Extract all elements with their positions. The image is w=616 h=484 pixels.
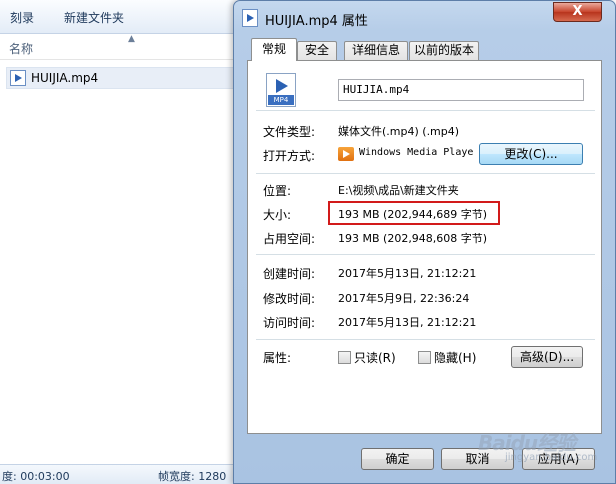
created-label: 创建时间: <box>263 267 316 281</box>
change-button[interactable]: 更改(C)... <box>479 143 583 165</box>
properties-dialog: HUIJIA.mp4 属性 X 常规 安全 详细信息 以前的版本 MP4 HUI… <box>233 0 616 484</box>
advanced-button[interactable]: 高级(D)... <box>511 346 583 368</box>
burn-button[interactable]: 刻录 <box>10 9 34 26</box>
location-label: 位置: <box>263 184 292 198</box>
mp4-label: MP4 <box>268 95 294 105</box>
filename-input[interactable]: HUIJIA.mp4 <box>338 79 584 101</box>
readonly-label[interactable]: 只读(R) <box>354 349 396 366</box>
video-file-icon <box>10 70 26 86</box>
accessed-value: 2017年5月13日, 21:12:21 <box>338 316 477 329</box>
hidden-label[interactable]: 隐藏(H) <box>434 349 476 366</box>
sort-up-icon: ▲ <box>128 34 135 44</box>
separator <box>256 339 595 340</box>
column-header: 名称 ▲ <box>0 34 240 60</box>
tab-details[interactable]: 详细信息 <box>344 41 408 60</box>
video-file-icon <box>242 9 258 27</box>
separator <box>256 173 595 174</box>
hidden-checkbox[interactable] <box>418 351 431 364</box>
highlight-box <box>328 201 500 225</box>
open-with-label: 打开方式: <box>263 149 316 163</box>
created-value: 2017年5月13日, 21:12:21 <box>338 267 477 280</box>
size-on-disk-label: 占用空间: <box>263 232 316 246</box>
media-player-icon <box>338 147 354 161</box>
modified-label: 修改时间: <box>263 292 316 306</box>
dialog-title: HUIJIA.mp4 属性 <box>265 14 368 29</box>
open-with-value: Windows Media Player <box>359 147 474 158</box>
file-type-label: 文件类型: <box>263 125 316 139</box>
accessed-label: 访问时间: <box>263 316 316 330</box>
duration-text: 度: 00:03:00 <box>2 470 70 483</box>
mp4-file-icon: MP4 <box>266 73 296 107</box>
frame-width-text: 帧宽度: 1280 <box>158 470 227 483</box>
file-type-value: 媒体文件(.mp4) (.mp4) <box>338 125 460 138</box>
readonly-checkbox[interactable] <box>338 351 351 364</box>
separator <box>256 254 595 255</box>
size-on-disk-value: 193 MB (202,948,608 字节) <box>338 232 488 245</box>
size-label: 大小: <box>263 208 292 222</box>
location-value: E:\视频\成品\新建文件夹 <box>338 184 459 197</box>
general-panel: MP4 HUIJIA.mp4 文件类型: 媒体文件(.mp4) (.mp4) 打… <box>247 60 602 434</box>
close-button[interactable]: X <box>553 2 602 22</box>
file-name: HUIJIA.mp4 <box>31 71 99 85</box>
modified-value: 2017年5月9日, 22:36:24 <box>338 292 470 305</box>
tab-previous-versions[interactable]: 以前的版本 <box>409 41 479 60</box>
separator <box>256 110 595 111</box>
attributes-label: 属性: <box>263 351 292 365</box>
file-list-item[interactable]: HUIJIA.mp4 <box>6 67 236 89</box>
tab-general[interactable]: 常规 <box>251 38 297 61</box>
column-name-header[interactable]: 名称 <box>9 40 33 57</box>
new-folder-button[interactable]: 新建文件夹 <box>64 9 124 26</box>
tab-security[interactable]: 安全 <box>297 41 337 60</box>
baidu-watermark-url: jingyan.baidu.com <box>505 452 598 463</box>
ok-button[interactable]: 确定 <box>361 448 434 470</box>
